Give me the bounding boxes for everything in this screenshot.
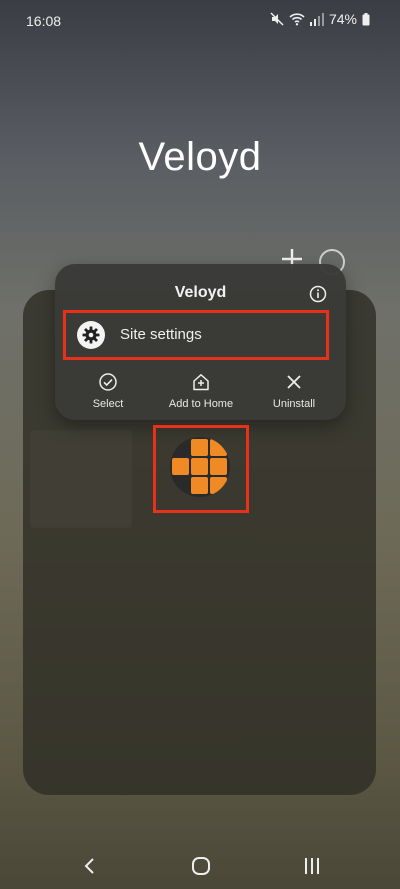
grid-cell xyxy=(210,458,227,475)
battery-text: 74% xyxy=(328,11,357,27)
site-settings-label: Site settings xyxy=(120,326,202,343)
folder-title[interactable]: Veloyd xyxy=(0,135,400,180)
wifi-icon xyxy=(289,12,305,26)
gear-icon xyxy=(77,321,105,349)
mute-icon xyxy=(270,12,284,26)
context-menu-title: Veloyd xyxy=(174,284,227,301)
uninstall-action[interactable]: Uninstall xyxy=(249,372,339,410)
grid-cell xyxy=(172,458,189,475)
status-icons: 74% xyxy=(270,11,370,27)
recents-icon[interactable] xyxy=(300,854,324,878)
status-time: 16:08 xyxy=(26,13,62,29)
status-bar: 16:08 74% xyxy=(0,0,400,44)
folder-placeholder-tile xyxy=(30,430,132,528)
home-icon[interactable] xyxy=(189,854,213,878)
back-icon[interactable] xyxy=(78,854,102,878)
grid-cell xyxy=(191,458,208,475)
grid-cell xyxy=(210,439,227,456)
close-icon xyxy=(284,372,304,392)
battery-icon xyxy=(362,12,370,26)
add-to-home-action[interactable]: Add to Home xyxy=(156,372,246,410)
select-action[interactable]: Select xyxy=(63,372,153,410)
signal-icon xyxy=(309,12,324,26)
grid-cell xyxy=(191,477,208,494)
info-icon[interactable] xyxy=(309,285,327,303)
add-to-home-label: Add to Home xyxy=(168,398,234,410)
navigation-bar xyxy=(0,840,400,889)
add-home-icon xyxy=(191,372,211,392)
grid-cell xyxy=(210,477,227,494)
grid-cell xyxy=(172,439,189,456)
select-label: Select xyxy=(92,398,124,410)
grid-cell xyxy=(191,439,208,456)
check-circle-icon xyxy=(98,372,118,392)
uninstall-label: Uninstall xyxy=(272,398,316,410)
grid-cell xyxy=(172,477,189,494)
app-icon-veloyd[interactable] xyxy=(170,437,230,497)
context-menu: Veloyd Site settings Select Add to Home … xyxy=(55,264,346,420)
site-settings-item[interactable]: Site settings xyxy=(65,311,326,359)
